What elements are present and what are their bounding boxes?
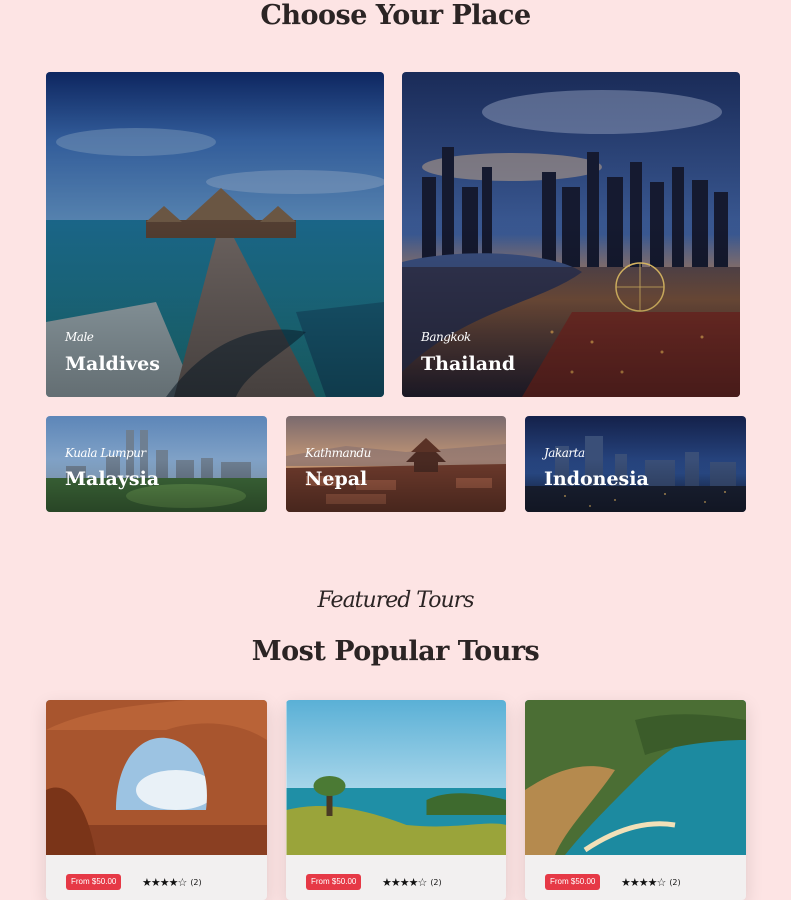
- destination-card-thailand[interactable]: Bangkok Thailand: [402, 72, 740, 397]
- destination-city: Jakarta: [544, 446, 585, 460]
- tour-card[interactable]: From $50.00 ★★★★☆ (2): [286, 700, 506, 900]
- section-title-most-popular-tours: Most Popular Tours: [251, 636, 540, 667]
- tour-photo-headland: [525, 700, 746, 855]
- review-count: (2): [190, 878, 202, 887]
- destination-city: Kuala Lumpur: [65, 446, 146, 460]
- section-title-choose-place: Choose Your Place: [260, 0, 531, 31]
- tour-card[interactable]: From $50.00 ★★★★☆ (2): [46, 700, 267, 900]
- review-count: (2): [669, 878, 681, 887]
- tour-card[interactable]: From $50.00 ★★★★☆ (2): [525, 700, 746, 900]
- destination-card-malaysia[interactable]: Kuala Lumpur Malaysia: [46, 416, 267, 512]
- rating-stars: ★★★★☆ (2): [142, 876, 202, 889]
- destination-card-maldives[interactable]: Male Maldives: [46, 72, 384, 397]
- review-count: (2): [430, 878, 442, 887]
- destination-city: Bangkok: [421, 330, 471, 344]
- destination-country: Indonesia: [544, 468, 649, 490]
- destination-country: Maldives: [65, 353, 160, 375]
- destination-card-nepal[interactable]: Kathmandu Nepal: [286, 416, 506, 512]
- destination-card-indonesia[interactable]: Jakarta Indonesia: [525, 416, 746, 512]
- destination-city: Kathmandu: [305, 446, 371, 460]
- section-subtitle-featured-tours: Featured Tours: [317, 588, 474, 613]
- rating-stars: ★★★★☆ (2): [621, 876, 681, 889]
- destination-country: Nepal: [305, 468, 368, 490]
- tour-photo-arch: [46, 700, 267, 855]
- tour-photo-coast: [286, 700, 506, 855]
- destination-country: Thailand: [421, 353, 516, 375]
- rating-stars: ★★★★☆ (2): [382, 876, 442, 889]
- destination-country: Malaysia: [65, 468, 160, 490]
- destination-city: Male: [65, 330, 94, 344]
